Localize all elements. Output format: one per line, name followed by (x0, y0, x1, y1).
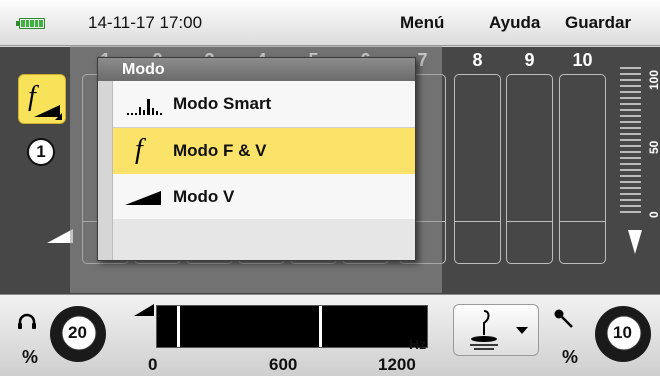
mode-option-v[interactable]: Modo V (113, 174, 415, 220)
channel-bar-9 (506, 74, 553, 264)
channel-bar-8 (454, 74, 501, 264)
dropdown-title: Modo (98, 58, 415, 81)
save-button[interactable]: Guardar (565, 13, 631, 33)
channel-label-9: 9 (524, 50, 535, 70)
mode-option-label: Modo V (173, 187, 235, 206)
top-bar: 14-11-17 17:00 Menú Ayuda Guardar (0, 0, 660, 46)
mode-option-smart[interactable]: Modo Smart (113, 81, 415, 127)
v-mode-icon (125, 191, 161, 205)
mode-option-label: Modo Smart (173, 94, 272, 113)
channel-label-10: 10 (572, 50, 593, 70)
scale-label-100: 100 (647, 69, 660, 90)
scale-label-0: 0 (647, 211, 660, 218)
menu-button[interactable]: Menú (400, 13, 444, 33)
frequency-tick-0: 0 (148, 355, 158, 374)
corner-arrow-icon (55, 113, 62, 120)
mode-dropdown: Modo Modo Smart f Modo F & V Modo V (97, 57, 416, 261)
mode-option-label: Modo F & V (173, 141, 267, 160)
datetime: 14-11-17 17:00 (88, 13, 203, 32)
mode-option-f-v[interactable]: f Modo F & V (113, 128, 415, 174)
sensitivity-knob[interactable]: 10 (594, 305, 652, 363)
mode-badge: 1 (27, 138, 55, 166)
headphones-icon (18, 313, 36, 329)
help-button[interactable]: Ayuda (489, 13, 540, 33)
battery-icon (16, 18, 45, 29)
dropdown-empty-area (113, 219, 415, 260)
dropdown-side-strip (98, 81, 113, 260)
frequency-ramp-icon (134, 304, 154, 316)
coil-selector-button[interactable] (453, 304, 539, 356)
channel-bar-10 (559, 74, 606, 264)
smart-mode-icon (127, 99, 162, 115)
sensitivity-probe-icon (554, 309, 573, 328)
level-scale: 100 50 0 (617, 64, 660, 224)
mode-button[interactable]: f (18, 74, 66, 124)
threshold-right-marker-icon (628, 230, 642, 254)
scale-label-50: 50 (647, 140, 660, 154)
frequency-tick-1200: 1200 (378, 355, 416, 374)
frequency-bar[interactable] (156, 305, 428, 348)
volume-value: 20 (68, 323, 87, 342)
chevron-down-icon (516, 327, 528, 334)
frequency-tick-600: 600 (269, 355, 298, 374)
frequency-unit: Hz (409, 336, 427, 352)
volume-unit: % (22, 347, 39, 367)
sensitivity-unit: % (562, 347, 579, 367)
frequency-marker-high[interactable] (319, 306, 322, 347)
f-mode-icon: f (135, 134, 143, 165)
frequency-marker-low[interactable] (177, 306, 180, 347)
volume-knob[interactable]: 20 (49, 305, 107, 363)
search-coil-icon (470, 310, 498, 350)
bottom-bar: % 20 0 600 1200 Hz % 10 (0, 294, 660, 376)
scale-ticks (620, 67, 641, 213)
sensitivity-value: 10 (613, 323, 632, 342)
channel-label-8: 8 (472, 50, 483, 70)
